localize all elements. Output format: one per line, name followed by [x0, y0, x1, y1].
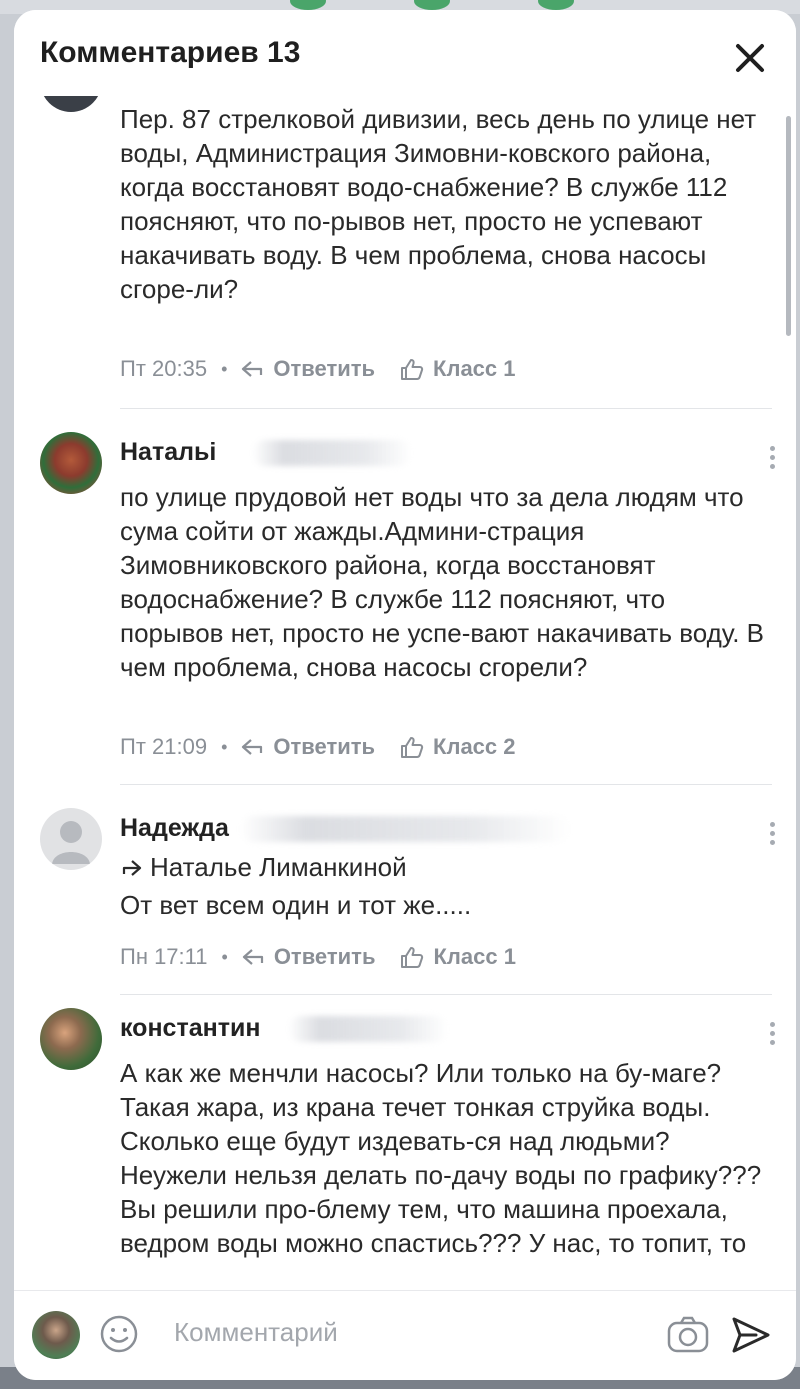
panel-title: Комментариев 13: [40, 36, 301, 69]
background-dot: [414, 0, 450, 10]
reply-to-name: Наталье Лиманкиной: [150, 852, 407, 882]
comment-text: по улице прудовой нет воды что за дела л…: [120, 482, 764, 682]
avatar[interactable]: [40, 1008, 102, 1070]
meta-separator: •: [221, 946, 228, 967]
comment-text: От вет всем один и тот же.....: [120, 890, 472, 920]
comment-time: Пн 17:11: [120, 944, 208, 969]
comment-composer: Комментарий: [14, 1290, 796, 1380]
comments-feed: Пер. 87 стрелковой дивизии, весь день по…: [14, 96, 796, 1291]
like-label: Класс 1: [433, 356, 516, 381]
comment-meta: Пн 17:11 • Ответить Класс 1: [120, 942, 516, 972]
comment-input[interactable]: Комментарий: [174, 1317, 338, 1348]
comments-panel: Комментариев 13 Пер. 87 стрелковой дивиз…: [14, 10, 796, 1380]
divider: [120, 994, 772, 995]
comment-meta: Пт 20:35 • Ответить Класс 1: [120, 354, 516, 384]
divider: [120, 408, 772, 409]
user-avatar[interactable]: [32, 1311, 80, 1359]
meta-separator: •: [221, 358, 228, 379]
avatar[interactable]: [40, 432, 102, 494]
redacted-name: [240, 816, 570, 842]
reply-icon: [242, 949, 263, 965]
background-dot: [290, 0, 326, 10]
meta-separator: •: [221, 736, 228, 757]
more-options-icon[interactable]: [762, 1018, 782, 1054]
emoji-icon[interactable]: [98, 1313, 140, 1355]
divider: [120, 784, 772, 785]
comment-time: Пт 21:09: [120, 734, 208, 759]
reply-label: Ответить: [273, 944, 376, 969]
avatar[interactable]: [40, 808, 102, 870]
reply-to[interactable]: Наталье Лиманкиной: [120, 852, 407, 883]
redacted-name: [288, 1016, 448, 1042]
default-avatar-icon: [52, 821, 90, 864]
panel-header: Комментариев 13: [14, 10, 796, 96]
reply-button[interactable]: Ответить: [241, 734, 375, 760]
scrollbar[interactable]: [786, 116, 791, 336]
thumbs-up-icon: [401, 737, 424, 758]
reply-icon: [242, 361, 263, 377]
comment-time: Пт 20:35: [120, 356, 208, 381]
comment-author: Надежда: [120, 814, 229, 842]
comment-author: Натальі: [120, 438, 217, 466]
like-label: Класс 1: [433, 944, 516, 969]
like-button[interactable]: Класс 2: [399, 734, 516, 760]
comment-meta: Пт 21:09 • Ответить Класс 2: [120, 732, 516, 762]
thumbs-up-icon: [401, 359, 424, 380]
reply-icon: [242, 739, 263, 755]
camera-icon[interactable]: [666, 1315, 710, 1355]
background-dot: [538, 0, 574, 10]
like-button[interactable]: Класс 1: [399, 356, 516, 382]
reply-arrow-icon: [122, 859, 142, 876]
comment-author: константин: [120, 1014, 261, 1042]
like-button[interactable]: Класс 1: [399, 944, 516, 970]
reply-label: Ответить: [273, 734, 376, 759]
close-icon[interactable]: [730, 38, 770, 78]
reply-label: Ответить: [273, 356, 376, 381]
more-options-icon[interactable]: [762, 442, 782, 478]
comment-text: А как же менчли насосы? Или только на бу…: [120, 1058, 762, 1258]
avatar[interactable]: [40, 96, 102, 112]
more-options-icon[interactable]: [762, 818, 782, 854]
reply-button[interactable]: Ответить: [241, 356, 375, 382]
comment-text: Пер. 87 стрелковой дивизии, весь день по…: [120, 104, 757, 304]
like-label: Класс 2: [433, 734, 516, 759]
send-icon[interactable]: [728, 1313, 772, 1357]
reply-button[interactable]: Ответить: [242, 944, 376, 970]
redacted-name: [252, 440, 412, 466]
thumbs-up-icon: [401, 947, 424, 968]
